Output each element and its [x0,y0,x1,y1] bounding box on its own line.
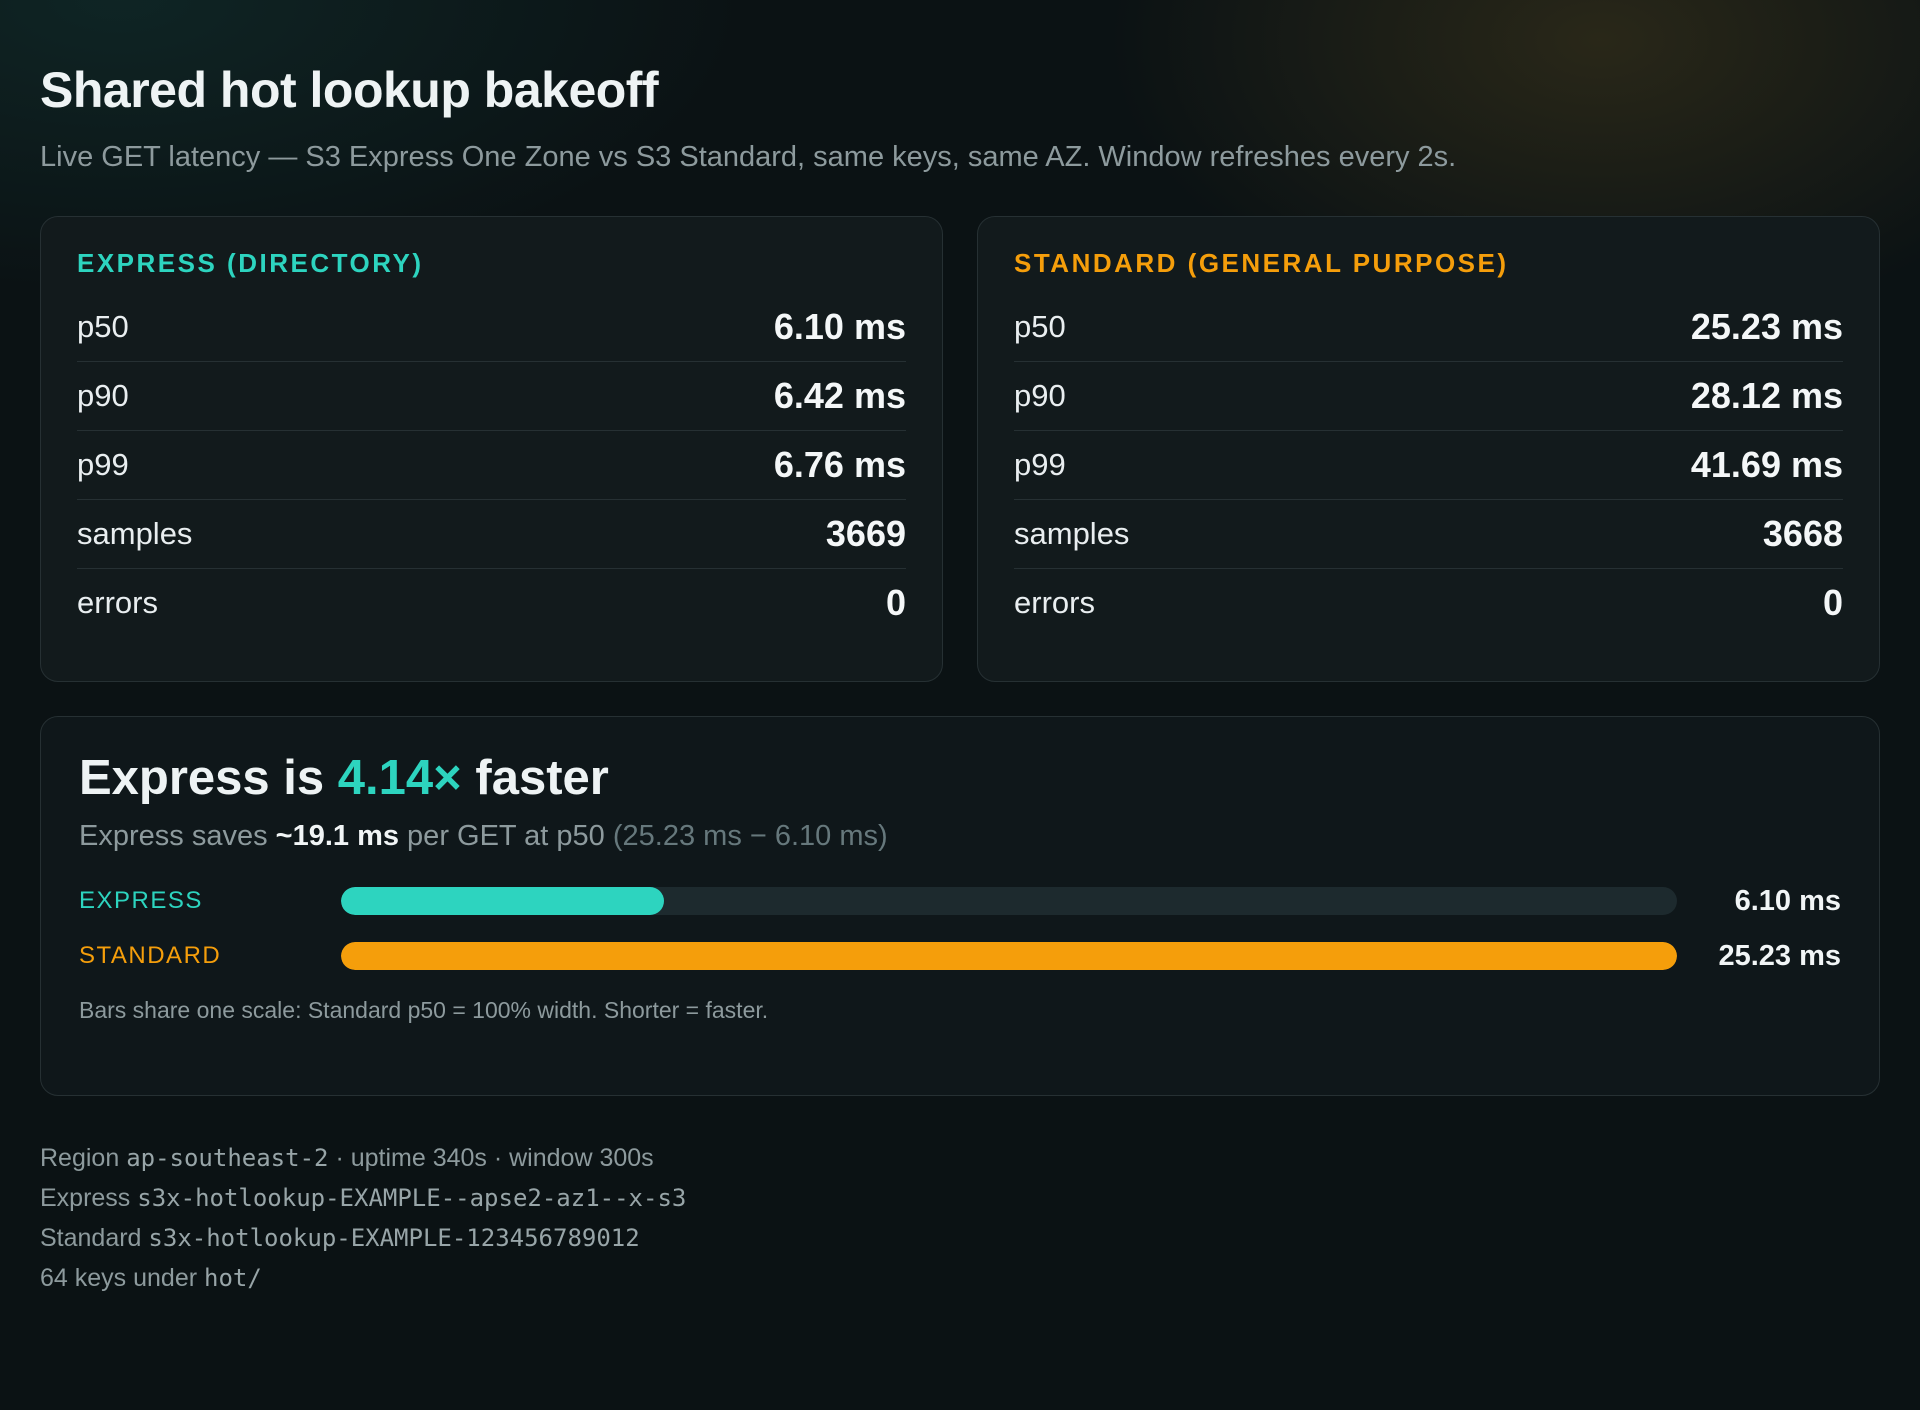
express-card-title: EXPRESS (DIRECTORY) [77,248,424,278]
express-bar-fill [341,887,665,915]
standard-bar-label: STANDARD [79,942,222,969]
savings-line: Express saves ~19.1 ms per GET at p50 (2… [79,817,1841,855]
speedup-factor: 4.14× [337,751,462,805]
metric-value: 6.76 ms [773,444,906,485]
metric-label: p99 [77,447,129,482]
metric-value: 6.42 ms [773,375,906,416]
standard-row-samples: samples 3668 [1014,500,1843,569]
express-bar-value: 6.10 ms [1734,884,1841,917]
footer-standard-line: Standard s3x-hotlookup-EXAMPLE-123456789… [40,1218,1880,1258]
region-label: Region [40,1144,120,1172]
footer-info: Region ap-southeast-2 · uptime 340s · wi… [40,1138,1880,1298]
keys-prefix: hot/ [204,1264,262,1292]
metric-label: samples [77,516,193,551]
latency-bars: EXPRESS 6.10 ms STANDARD 25.23 ms [79,884,1841,972]
standard-bar-fill [341,942,1677,970]
standard-bucket-label: Standard [40,1224,142,1252]
metric-label: errors [1014,585,1095,620]
express-bar-track [341,887,1677,915]
dashboard-page: Shared hot lookup bakeoff Live GET laten… [0,0,1920,1298]
standard-bar-track [341,942,1677,970]
metric-label: errors [77,585,158,620]
express-bar-label: EXPRESS [79,887,203,914]
metric-value: 0 [1822,582,1843,623]
express-bucket-name: s3x-hotlookup-EXAMPLE--apse2-az1--x-s3 [137,1184,687,1212]
express-row-p99: p99 6.76 ms [77,431,906,500]
speedup-headline: Express is 4.14× faster [79,749,1841,807]
metric-value: 41.69 ms [1690,444,1843,485]
page-title: Shared hot lookup bakeoff [40,62,659,118]
express-card: EXPRESS (DIRECTORY) p50 6.10 ms p90 6.42… [40,216,943,682]
metric-label: p90 [77,378,129,413]
uptime-window: · uptime 340s · window 300s [335,1144,654,1172]
express-bucket-label: Express [40,1184,131,1212]
region-value: ap-southeast-2 [126,1144,329,1172]
footer-region-line: Region ap-southeast-2 · uptime 340s · wi… [40,1138,1880,1178]
comparison-summary: Express is 4.14× faster Express saves ~1… [40,716,1880,1096]
metric-label: p90 [1014,378,1066,413]
standard-row-p99: p99 41.69 ms [1014,431,1843,500]
footer-express-line: Express s3x-hotlookup-EXAMPLE--apse2-az1… [40,1178,1880,1218]
standard-card: STANDARD (GENERAL PURPOSE) p50 25.23 ms … [977,216,1880,682]
headline-prefix: Express is [79,751,338,805]
standard-bucket-name: s3x-hotlookup-EXAMPLE-123456789012 [148,1224,640,1252]
keys-count: 64 keys under [40,1264,198,1292]
saves-prefix: Express saves [79,820,276,852]
express-row-p50: p50 6.10 ms [77,293,906,362]
saves-amount: ~19.1 ms [275,820,399,852]
standard-bar-value: 25.23 ms [1718,939,1841,972]
metric-value: 6.10 ms [773,306,906,347]
standard-card-title: STANDARD (GENERAL PURPOSE) [1014,248,1509,278]
page-subtitle: Live GET latency — S3 Express One Zone v… [40,141,1457,173]
saves-middle: per GET at p50 [399,820,613,852]
footer-keys-line: 64 keys under hot/ [40,1258,1880,1298]
metric-value: 28.12 ms [1690,375,1843,416]
express-row-errors: errors 0 [77,569,906,637]
metric-label: samples [1014,516,1130,551]
standard-row-p50: p50 25.23 ms [1014,293,1843,362]
express-row-samples: samples 3669 [77,500,906,569]
metric-label: p99 [1014,447,1066,482]
express-row-p90: p90 6.42 ms [77,362,906,431]
metric-value: 3668 [1762,513,1843,554]
metric-value: 3669 [825,513,906,554]
bars-note: Bars share one scale: Standard p50 = 100… [79,997,769,1023]
metric-label: p50 [1014,309,1066,344]
headline-suffix: faster [461,751,609,805]
express-bar-row: EXPRESS 6.10 ms [79,884,1841,917]
standard-bar-row: STANDARD 25.23 ms [79,939,1841,972]
latency-cards: EXPRESS (DIRECTORY) p50 6.10 ms p90 6.42… [40,216,1880,682]
metric-label: p50 [77,309,129,344]
saves-calc: (25.23 ms − 6.10 ms) [612,820,888,852]
metric-value: 25.23 ms [1690,306,1843,347]
standard-row-p90: p90 28.12 ms [1014,362,1843,431]
standard-row-errors: errors 0 [1014,569,1843,637]
metric-value: 0 [885,582,906,623]
